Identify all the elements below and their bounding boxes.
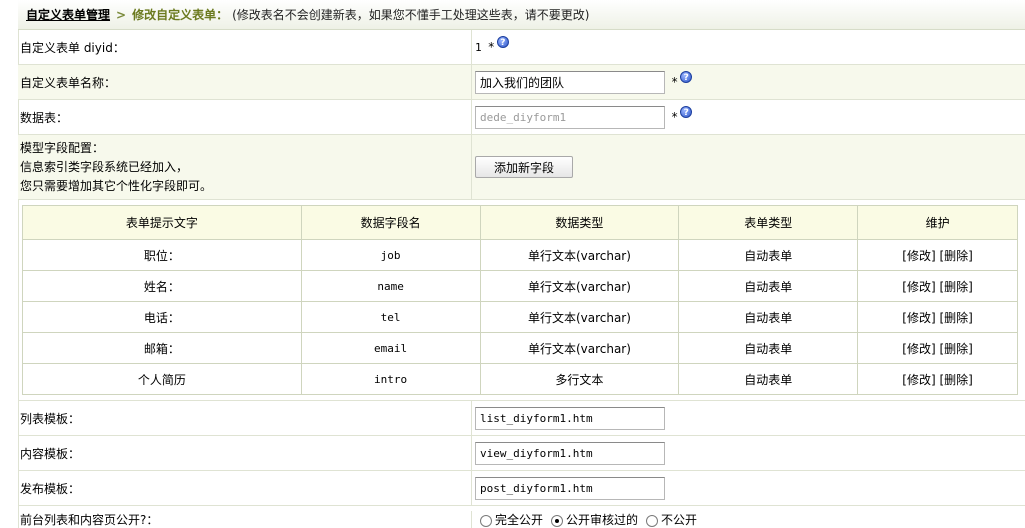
- delete-link[interactable]: [删除]: [939, 249, 972, 263]
- form-type-cell: 自动表单: [678, 332, 859, 364]
- list-template-input[interactable]: [475, 406, 665, 430]
- post-template-input[interactable]: [475, 476, 665, 500]
- radio-public-approved[interactable]: 公开审核过的: [551, 511, 638, 528]
- help-icon[interactable]: ?: [680, 106, 693, 118]
- header-note: (修改表名不会创建新表，如果您不懂手工处理这些表，请不要更改): [232, 8, 590, 22]
- actions-cell: [修改] [删除]: [857, 363, 1018, 395]
- radio-button[interactable]: [480, 514, 492, 527]
- delete-link[interactable]: [删除]: [939, 373, 972, 387]
- form-type-cell: 自动表单: [678, 363, 859, 395]
- table-row: 职位： job 单行文本(varchar) 自动表单 [修改] [删除]: [22, 239, 1018, 271]
- column-header: 表单提示文字: [22, 205, 302, 240]
- field-label-cell: 姓名：: [22, 270, 302, 302]
- actions-cell: [修改] [删除]: [857, 332, 1018, 364]
- column-header: 数据类型: [479, 205, 680, 240]
- table-header-row: 表单提示文字 数据字段名 数据类型 表单类型 维护: [22, 205, 1018, 240]
- delete-link[interactable]: [删除]: [939, 342, 972, 356]
- required-mark: *: [671, 110, 679, 124]
- field-name-cell: intro: [300, 363, 481, 395]
- add-field-button[interactable]: 添加新字段: [475, 156, 574, 178]
- field-name-cell: job: [300, 239, 481, 271]
- radio-button[interactable]: [551, 514, 564, 527]
- help-icon[interactable]: ?: [680, 71, 693, 83]
- delete-link[interactable]: [删除]: [939, 311, 972, 325]
- edit-link[interactable]: [修改]: [902, 249, 935, 263]
- diyid-value: 1: [475, 40, 482, 54]
- actions-cell: [修改] [删除]: [857, 239, 1018, 271]
- radio-label: 公开审核过的: [566, 513, 639, 527]
- data-table-label: 数据表：: [18, 100, 472, 134]
- table-row: 姓名： name 单行文本(varchar) 自动表单 [修改] [删除]: [22, 270, 1018, 302]
- breadcrumb-separator: >: [116, 7, 127, 22]
- model-fields-title: 模型字段配置：: [20, 140, 105, 155]
- field-label-cell: 邮箱：: [22, 332, 302, 364]
- field-label-cell: 职位：: [22, 239, 302, 271]
- field-type-cell: 单行文本(varchar): [479, 301, 680, 333]
- row-public: 前台列表和内容页公开?： 完全公开 公开审核过的 不公开: [18, 506, 1025, 528]
- radio-full-public[interactable]: 完全公开: [480, 511, 543, 528]
- edit-link[interactable]: [修改]: [902, 373, 935, 387]
- form-type-cell: 自动表单: [678, 301, 859, 333]
- delete-link[interactable]: [删除]: [939, 280, 972, 294]
- edit-link[interactable]: [修改]: [902, 280, 935, 294]
- table-row: 邮箱： email 单行文本(varchar) 自动表单 [修改] [删除]: [22, 332, 1018, 364]
- required-mark: *: [487, 40, 495, 54]
- field-type-cell: 单行文本(varchar): [479, 239, 680, 271]
- list-template-label: 列表模板：: [18, 401, 472, 435]
- view-template-label: 内容模板：: [18, 436, 472, 470]
- row-list-template: 列表模板：: [18, 401, 1025, 436]
- column-header: 维护: [857, 205, 1018, 240]
- form-name-label: 自定义表单名称：: [18, 65, 472, 99]
- field-type-cell: 多行文本: [479, 363, 680, 395]
- row-model-fields: 模型字段配置： 信息索引类字段系统已经加入， 您只需要增加其它个性化字段即可。 …: [18, 135, 1025, 200]
- radio-label: 不公开: [661, 513, 698, 527]
- model-fields-hint2: 您只需要增加其它个性化字段即可。: [20, 178, 213, 193]
- form-name-input[interactable]: [475, 70, 665, 94]
- edit-link[interactable]: [修改]: [902, 342, 935, 356]
- public-radio-group: 完全公开 公开审核过的 不公开: [480, 511, 697, 528]
- post-template-label: 发布模板：: [18, 471, 472, 505]
- form-type-cell: 自动表单: [678, 239, 859, 271]
- field-name-cell: email: [300, 332, 481, 364]
- model-fields-label: 模型字段配置： 信息索引类字段系统已经加入， 您只需要增加其它个性化字段即可。: [18, 135, 472, 199]
- diyid-label: 自定义表单 diyid：: [18, 30, 472, 64]
- field-label-cell: 电话：: [22, 301, 302, 333]
- column-header: 数据字段名: [300, 205, 481, 240]
- row-diyid: 自定义表单 diyid： 1 * ?: [18, 30, 1025, 65]
- row-form-name: 自定义表单名称： * ?: [18, 65, 1025, 100]
- row-post-template: 发布模板：: [18, 471, 1025, 506]
- radio-label: 完全公开: [495, 513, 544, 527]
- required-mark: *: [671, 75, 679, 89]
- field-label-cell: 个人简历: [22, 363, 302, 395]
- help-icon[interactable]: ?: [496, 36, 509, 48]
- model-fields-hint1: 信息索引类字段系统已经加入，: [20, 159, 189, 174]
- row-view-template: 内容模板：: [18, 436, 1025, 471]
- edit-link[interactable]: [修改]: [902, 311, 935, 325]
- radio-not-public[interactable]: 不公开: [646, 511, 697, 528]
- row-data-table: 数据表： * ?: [18, 100, 1025, 135]
- column-header: 表单类型: [678, 205, 859, 240]
- table-row: 电话： tel 单行文本(varchar) 自动表单 [修改] [删除]: [22, 301, 1018, 333]
- breadcrumb-current: 修改自定义表单：: [132, 8, 229, 22]
- field-name-cell: name: [300, 270, 481, 302]
- fields-table: 表单提示文字 数据字段名 数据类型 表单类型 维护 职位： job 单行文本(v…: [22, 205, 1018, 395]
- form-type-cell: 自动表单: [678, 270, 859, 302]
- table-row: 个人简历 intro 多行文本 自动表单 [修改] [删除]: [22, 363, 1018, 395]
- actions-cell: [修改] [删除]: [857, 270, 1018, 302]
- breadcrumb-form-manage[interactable]: 自定义表单管理: [26, 6, 110, 23]
- field-type-cell: 单行文本(varchar): [479, 270, 680, 302]
- field-name-cell: tel: [300, 301, 481, 333]
- page-header: 自定义表单管理 > 修改自定义表单： (修改表名不会创建新表，如果您不懂手工处理…: [18, 0, 1025, 30]
- actions-cell: [修改] [删除]: [857, 301, 1018, 333]
- radio-button[interactable]: [646, 514, 659, 527]
- public-label: 前台列表和内容页公开?：: [18, 511, 472, 528]
- field-type-cell: 单行文本(varchar): [479, 332, 680, 364]
- data-table-input: [475, 105, 665, 129]
- view-template-input[interactable]: [475, 441, 665, 465]
